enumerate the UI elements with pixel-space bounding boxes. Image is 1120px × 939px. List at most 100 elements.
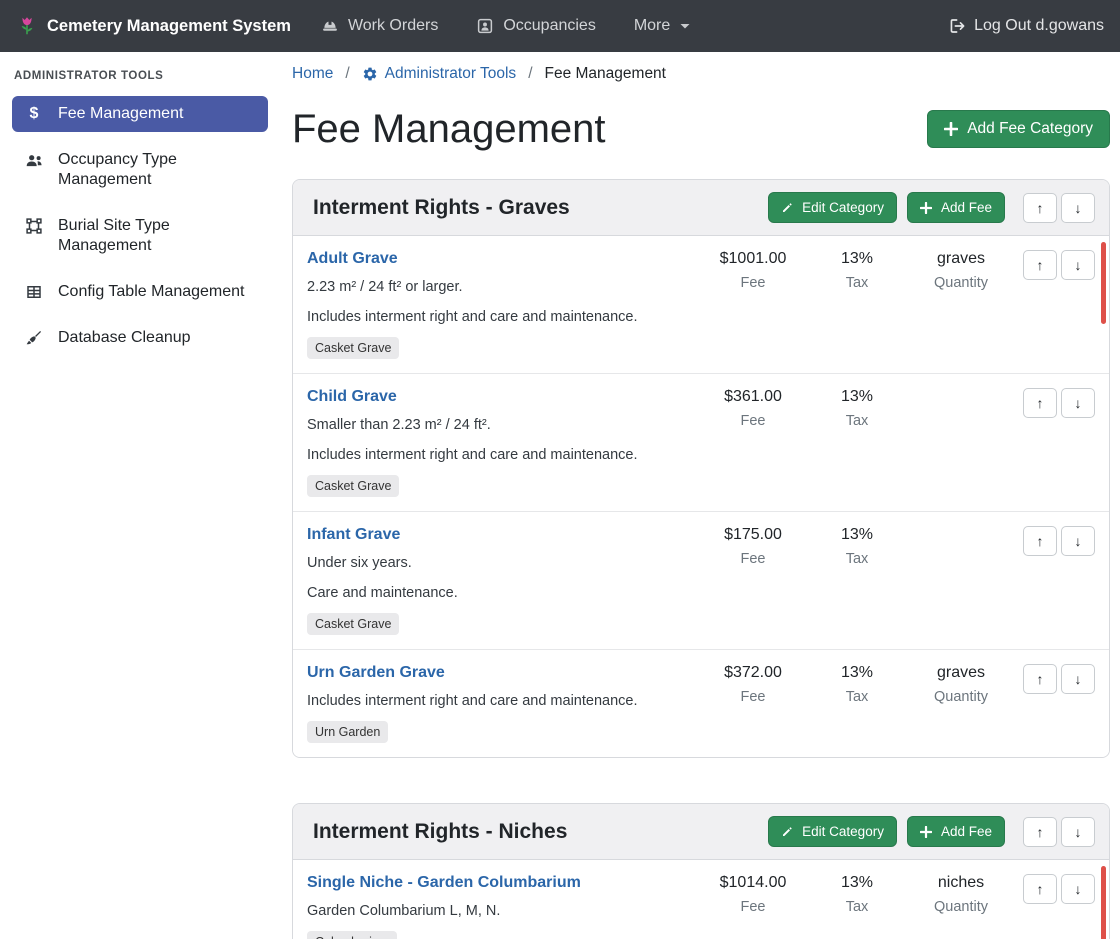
- category-header: Interment Rights - Niches Edit Category …: [293, 804, 1109, 860]
- fee-type-badge: Casket Grave: [307, 337, 399, 359]
- fee-move-down-button[interactable]: ↓: [1061, 664, 1095, 694]
- plus-icon: [920, 202, 932, 214]
- nav-item-work-orders[interactable]: Work Orders: [321, 17, 438, 35]
- tax-label: Tax: [805, 689, 909, 705]
- sidebar-item-label: Burial Site Type Management: [58, 216, 256, 256]
- edit-category-button[interactable]: Edit Category: [768, 816, 897, 847]
- page-header: Fee Management Add Fee Category: [292, 105, 1110, 153]
- fee-move-up-button[interactable]: ↑: [1023, 250, 1057, 280]
- category-move-up-button[interactable]: ↑: [1023, 193, 1057, 223]
- logout-button[interactable]: Log Out d.gowans: [948, 17, 1104, 35]
- fee-type-badge: Urn Garden: [307, 721, 388, 743]
- nav-item-more[interactable]: More: [634, 17, 691, 35]
- arrow-down-icon: ↓: [1075, 824, 1082, 840]
- fee-description: Under six years.: [307, 553, 691, 574]
- arrow-up-icon: ↑: [1037, 881, 1044, 897]
- breadcrumb: Home / Administrator Tools / Fee Managem…: [292, 65, 1110, 83]
- sidebar-item-fee-management[interactable]: $ Fee Management: [12, 96, 268, 132]
- page-title: Fee Management: [292, 105, 606, 153]
- fee-move-down-button[interactable]: ↓: [1061, 874, 1095, 904]
- category-title: Interment Rights - Graves: [313, 196, 570, 220]
- app-brand[interactable]: Cemetery Management System: [16, 15, 291, 37]
- table-icon: [24, 283, 44, 301]
- fee-move-up-button[interactable]: ↑: [1023, 388, 1057, 418]
- tax-value: 13%: [805, 874, 909, 892]
- sidebar-item-burial-site-type-management[interactable]: Burial Site Type Management: [12, 208, 268, 264]
- fee-amount-col: $372.00 Fee: [701, 664, 805, 705]
- quantity-label: Quantity: [909, 275, 1013, 291]
- quantity-label: Quantity: [909, 899, 1013, 915]
- add-fee-button[interactable]: Add Fee: [907, 192, 1005, 223]
- fee-name-link[interactable]: Urn Garden Grave: [307, 664, 445, 682]
- fee-description: Garden Columbarium L, M, N.: [307, 901, 691, 922]
- fee-name-link[interactable]: Infant Grave: [307, 526, 400, 544]
- fee-row: Adult Grave 2.23 m² / 24 ft² or larger. …: [293, 236, 1109, 373]
- sidebar-item-occupancy-type-management[interactable]: Occupancy Type Management: [12, 142, 268, 198]
- arrow-down-icon: ↓: [1075, 881, 1082, 897]
- fee-move-up-button[interactable]: ↑: [1023, 874, 1057, 904]
- category-reorder-group: ↑ ↓: [1023, 193, 1095, 223]
- fee-description: Includes interment right and care and ma…: [307, 691, 691, 712]
- arrow-up-icon: ↑: [1037, 824, 1044, 840]
- fee-name-link[interactable]: Child Grave: [307, 388, 397, 406]
- dollar-icon: $: [24, 105, 44, 123]
- sidebar-item-config-table-management[interactable]: Config Table Management: [12, 274, 268, 310]
- tax-value: 13%: [805, 664, 909, 682]
- breadcrumb-current: Fee Management: [545, 65, 667, 83]
- category-move-up-button[interactable]: ↑: [1023, 817, 1057, 847]
- fee-amount: $1001.00: [701, 250, 805, 268]
- users-icon: [24, 151, 44, 169]
- fee-amount: $175.00: [701, 526, 805, 544]
- sidebar-item-label: Occupancy Type Management: [58, 150, 256, 190]
- add-fee-category-button[interactable]: Add Fee Category: [927, 110, 1110, 148]
- breadcrumb-separator: /: [528, 65, 532, 83]
- category-move-down-button[interactable]: ↓: [1061, 193, 1095, 223]
- nav-item-occupancies[interactable]: Occupancies: [476, 17, 596, 35]
- fee-amount-label: Fee: [701, 689, 805, 705]
- tax-col: 13% Tax: [805, 874, 909, 915]
- edit-category-button[interactable]: Edit Category: [768, 192, 897, 223]
- card-scrollbar-thumb[interactable]: [1101, 242, 1106, 324]
- add-fee-label: Add Fee: [941, 200, 992, 215]
- fee-move-down-button[interactable]: ↓: [1061, 388, 1095, 418]
- fee-move-down-button[interactable]: ↓: [1061, 250, 1095, 280]
- fee-type-badge: Casket Grave: [307, 475, 399, 497]
- arrow-up-icon: ↑: [1037, 533, 1044, 549]
- breadcrumb-admin-tools-link[interactable]: Administrator Tools: [362, 65, 517, 83]
- plus-icon: [920, 826, 932, 838]
- fee-info: Adult Grave 2.23 m² / 24 ft² or larger. …: [307, 250, 701, 366]
- card-scrollbar-thumb[interactable]: [1101, 866, 1106, 939]
- fee-name-link[interactable]: Adult Grave: [307, 250, 398, 268]
- sidebar-item-database-cleanup[interactable]: Database Cleanup: [12, 320, 268, 356]
- fee-reorder-group: ↑ ↓: [1013, 874, 1099, 904]
- top-navbar: Cemetery Management System Work Orders O…: [0, 0, 1120, 52]
- fee-type-badge: Casket Grave: [307, 613, 399, 635]
- arrow-up-icon: ↑: [1037, 671, 1044, 687]
- breadcrumb-section-label: Administrator Tools: [385, 65, 517, 83]
- fee-move-down-button[interactable]: ↓: [1061, 526, 1095, 556]
- fee-move-up-button[interactable]: ↑: [1023, 526, 1057, 556]
- fee-reorder-group: ↑ ↓: [1013, 388, 1099, 418]
- chevron-down-icon: [679, 20, 691, 32]
- arrow-up-icon: ↑: [1037, 257, 1044, 273]
- add-fee-button[interactable]: Add Fee: [907, 816, 1005, 847]
- add-fee-category-label: Add Fee Category: [967, 120, 1093, 138]
- logout-icon: [948, 17, 966, 35]
- category-actions: Edit Category Add Fee ↑ ↓: [768, 192, 1095, 223]
- pencil-icon: [781, 826, 793, 838]
- tax-col: 13% Tax: [805, 526, 909, 567]
- fee-description: Includes interment right and care and ma…: [307, 307, 691, 328]
- fee-move-up-button[interactable]: ↑: [1023, 664, 1057, 694]
- tax-col: 13% Tax: [805, 664, 909, 705]
- tax-col: 13% Tax: [805, 388, 909, 429]
- fee-row: Child Grave Smaller than 2.23 m² / 24 ft…: [293, 373, 1109, 511]
- plus-icon: [944, 122, 958, 136]
- quantity-unit: niches: [909, 874, 1013, 892]
- fee-name-link[interactable]: Single Niche - Garden Columbarium: [307, 874, 581, 892]
- fee-info: Urn Garden Grave Includes interment righ…: [307, 664, 701, 750]
- breadcrumb-home-link[interactable]: Home: [292, 65, 333, 83]
- category-move-down-button[interactable]: ↓: [1061, 817, 1095, 847]
- category-card-graves: Interment Rights - Graves Edit Category …: [292, 179, 1110, 758]
- tax-value: 13%: [805, 250, 909, 268]
- fee-row: Single Niche - Garden Columbarium Garden…: [293, 860, 1109, 939]
